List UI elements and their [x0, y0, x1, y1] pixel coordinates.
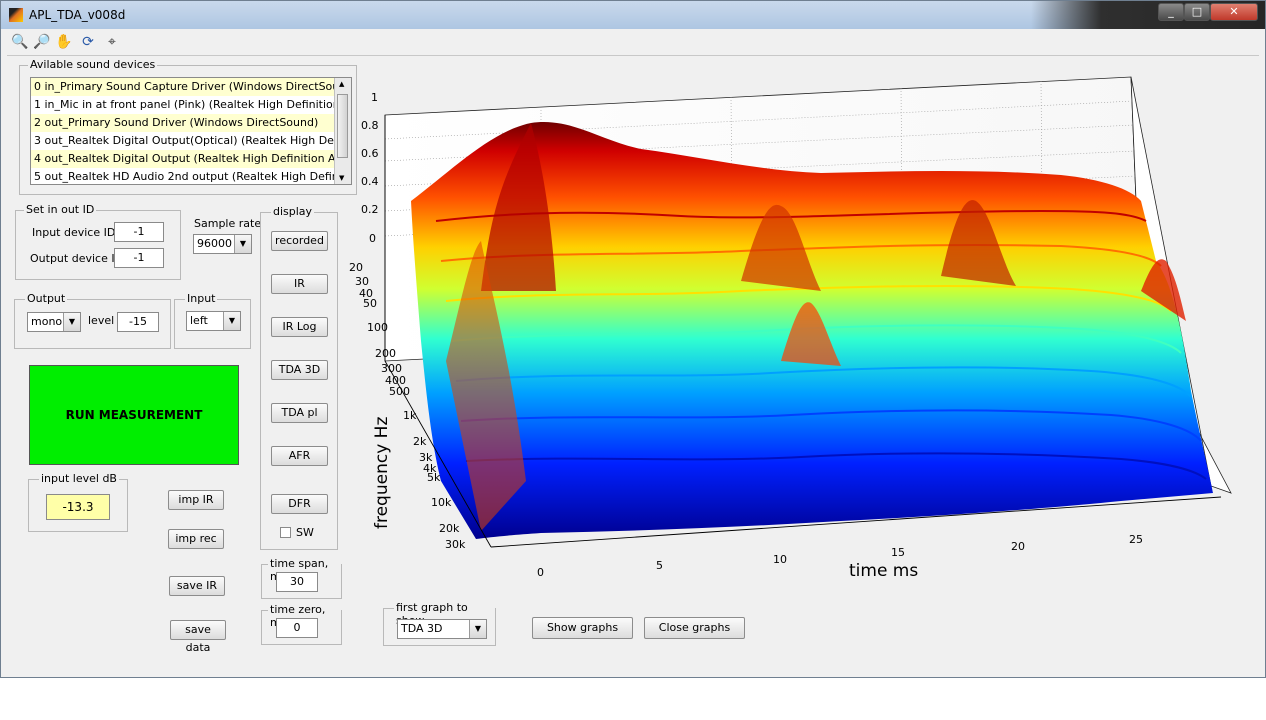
tda-pl-button[interactable]: TDA pl	[271, 403, 328, 423]
list-item[interactable]: 1 in_Mic in at front panel (Pink) (Realt…	[31, 96, 344, 114]
sample-rate-label: Sample rate	[194, 217, 262, 230]
first-graph-value: TDA 3D	[401, 622, 443, 635]
time-axis-label: time ms	[849, 561, 918, 581]
sw-checkbox[interactable]	[280, 527, 291, 538]
data-cursor-icon[interactable]: ⌖	[103, 33, 121, 51]
time-tick: 5	[656, 559, 663, 572]
time-tick: 25	[1129, 533, 1143, 546]
time-span-field[interactable]: 30	[276, 572, 318, 592]
freq-tick: 20k	[439, 522, 460, 535]
save-data-button[interactable]: save data	[170, 620, 226, 654]
sample-rate-value: 96000	[197, 237, 232, 250]
z-tick: 0.4	[361, 175, 379, 188]
freq-tick: 50	[363, 297, 377, 310]
title-bar: APL_TDA_v008d _ □ ✕	[1, 1, 1265, 29]
time-tick: 0	[537, 566, 544, 579]
time-zero-field[interactable]: 0	[276, 618, 318, 638]
freq-tick: 500	[389, 385, 410, 398]
output-title: Output	[25, 292, 68, 305]
input-channel-select[interactable]: left ▼	[186, 311, 241, 331]
matlab-app-icon	[9, 8, 23, 22]
input-device-label: Input device ID	[32, 226, 116, 239]
close-graphs-button[interactable]: Close graphs	[644, 617, 745, 639]
ir-log-button[interactable]: IR Log	[271, 317, 328, 337]
sample-rate-select[interactable]: 96000 ▼	[193, 234, 252, 254]
freq-tick: 10k	[431, 496, 452, 509]
tda-3d-button[interactable]: TDA 3D	[271, 360, 328, 380]
input-device-id-field[interactable]: -1	[114, 222, 164, 242]
list-item[interactable]: 4 out_Realtek Digital Output (Realtek Hi…	[31, 150, 344, 168]
ir-button[interactable]: IR	[271, 274, 328, 294]
set-io-group: Set in out ID	[15, 203, 181, 280]
z-tick: 0.2	[361, 203, 379, 216]
freq-tick: 200	[375, 347, 396, 360]
chevron-down-icon[interactable]: ▼	[469, 620, 486, 638]
figure-toolbar: 🔍 🔎 ✋ ⟳ ⌖	[7, 31, 1257, 53]
minimize-button[interactable]: _	[1158, 3, 1184, 21]
imp-rec-button[interactable]: imp rec	[168, 529, 224, 549]
output-mode-select[interactable]: mono ▼	[27, 312, 81, 332]
freq-tick: 30k	[445, 538, 466, 551]
output-device-id-field[interactable]: -1	[114, 248, 164, 268]
set-io-title: Set in out ID	[24, 203, 97, 216]
freq-tick: 100	[367, 321, 388, 334]
list-item[interactable]: 5 out_Realtek HD Audio 2nd output (Realt…	[31, 168, 344, 184]
display-title: display	[271, 205, 315, 218]
freq-tick: 20	[349, 261, 363, 274]
save-ir-button[interactable]: save IR	[169, 576, 225, 596]
input-channel-value: left	[190, 314, 208, 327]
time-tick: 15	[891, 546, 905, 559]
z-tick: 1	[371, 91, 378, 104]
zoom-in-icon[interactable]: 🔍	[11, 33, 29, 51]
freq-tick: 2k	[413, 435, 427, 448]
z-tick-labels: 1 0.8 0.6 0.4 0.2 0	[361, 91, 379, 245]
time-tick: 20	[1011, 540, 1025, 553]
tda-3d-plot[interactable]: 1 0.8 0.6 0.4 0.2 0 20 30 40 50 100 200 …	[341, 61, 1257, 591]
list-item[interactable]: 2 out_Primary Sound Driver (Windows Dire…	[31, 114, 344, 132]
input-level-readout: -13.3	[46, 494, 110, 520]
time-tick: 10	[773, 553, 787, 566]
pan-hand-icon[interactable]: ✋	[55, 33, 73, 51]
chevron-down-icon[interactable]: ▼	[223, 312, 240, 330]
z-tick: 0	[369, 232, 376, 245]
app-window: APL_TDA_v008d _ □ ✕ 🔍 🔎 ✋ ⟳ ⌖ Avilable s…	[0, 0, 1266, 678]
show-graphs-button[interactable]: Show graphs	[532, 617, 633, 639]
input-level-title: input level dB	[39, 472, 119, 485]
output-device-label: Output device ID	[30, 252, 124, 265]
window-title: APL_TDA_v008d	[29, 8, 126, 22]
rotate-3d-icon[interactable]: ⟳	[79, 33, 97, 51]
close-button[interactable]: ✕	[1210, 3, 1258, 21]
sound-devices-title: Avilable sound devices	[28, 58, 158, 71]
afr-button[interactable]: AFR	[271, 446, 328, 466]
imp-ir-button[interactable]: imp IR	[168, 490, 224, 510]
first-graph-select[interactable]: TDA 3D ▼	[397, 619, 487, 639]
output-mode-value: mono	[31, 315, 63, 328]
output-level-field[interactable]: -15	[117, 312, 159, 332]
freq-tick: 5k	[427, 471, 441, 484]
sound-devices-list[interactable]: 0 in_Primary Sound Capture Driver (Windo…	[30, 77, 352, 185]
maximize-button[interactable]: □	[1184, 3, 1210, 21]
dfr-button[interactable]: DFR	[271, 494, 328, 514]
chevron-down-icon[interactable]: ▼	[63, 313, 80, 331]
z-tick: 0.8	[361, 119, 379, 132]
list-item[interactable]: 0 in_Primary Sound Capture Driver (Windo…	[31, 78, 344, 96]
input-title: Input	[185, 292, 218, 305]
zoom-out-icon[interactable]: 🔎	[33, 33, 51, 51]
z-tick: 0.6	[361, 147, 379, 160]
frequency-axis-label: frequency Hz	[372, 417, 392, 529]
time-tick-labels: 0 5 10 15 20 25	[537, 533, 1143, 579]
chevron-down-icon[interactable]: ▼	[234, 235, 251, 253]
run-measurement-button[interactable]: RUN MEASUREMENT	[29, 365, 239, 465]
freq-tick: 1k	[403, 409, 417, 422]
level-label: level	[88, 314, 115, 327]
list-item[interactable]: 3 out_Realtek Digital Output(Optical) (R…	[31, 132, 344, 150]
sw-label: SW	[296, 526, 314, 539]
recorded-button[interactable]: recorded	[271, 231, 328, 251]
